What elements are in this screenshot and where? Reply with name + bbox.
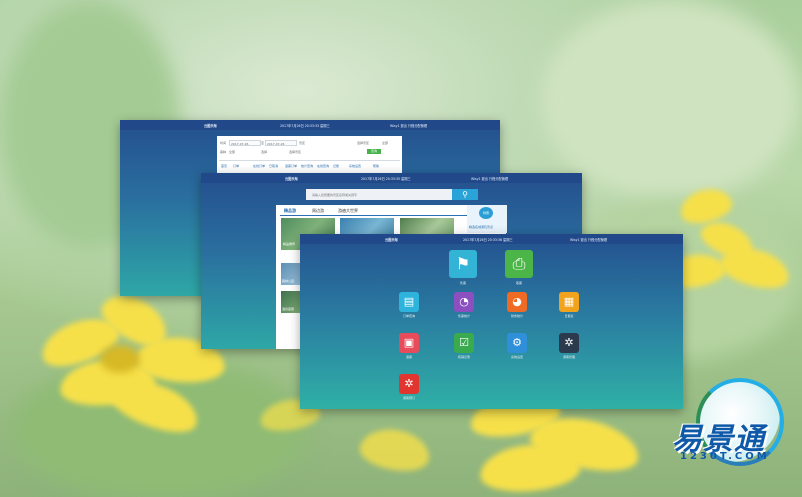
tile-label: 售票 (459, 281, 466, 285)
nav-link[interactable]: 在线查询 (317, 164, 329, 168)
user-info: Wisy1 退出 行程分配管理 (570, 238, 608, 242)
tile-label: 财务统计 (510, 314, 523, 318)
tag-icon[interactable]: ⚑ (449, 250, 477, 278)
printer-icon[interactable]: ⎙ (505, 250, 533, 278)
tile-label: 系统设置 (510, 355, 523, 359)
window-header: 云图乐淘 2017年7月26日 20:33:36 星期三 Wisy1 退出 行程… (300, 234, 683, 244)
card-icon[interactable]: ▤ (399, 292, 419, 312)
date-to-value: 2017-07-26 (267, 141, 285, 146)
datetime: 2017年7月26日 20:33:36 星期三 (463, 238, 513, 242)
nav-link[interactable]: 统计查询 (301, 164, 313, 168)
check-list-icon[interactable]: ☑ (454, 333, 474, 353)
tile-label: 取票 (515, 281, 522, 285)
glass-icon[interactable]: ✲ (559, 333, 579, 353)
date-from-value: 2017-07-26 (231, 141, 249, 146)
tab-featured[interactable]: 精品游 (284, 208, 296, 214)
search-icon: ⚲ (462, 190, 468, 199)
user-info: Wisy1 退出 行程分配管理 (390, 124, 428, 128)
nav-link[interactable]: 首页 (221, 164, 227, 168)
form-label-to: 至 (261, 141, 265, 145)
glass-icon[interactable]: ✲ (399, 374, 419, 394)
user-info: Wisy1 退出 行程分配管理 (471, 177, 509, 181)
form-choose-scenic: 选择景区 (289, 150, 302, 154)
nav-links-row: 首页 订单 在线订单 已取消 退票订单 统计查询 在线查询 记账 系统设置 帮助 (219, 160, 400, 173)
tile-label: 核销记录 (457, 355, 470, 359)
form-ticket-value: 全部 (229, 150, 236, 154)
thumb-caption: 温泉度假 (282, 307, 295, 311)
return-icon[interactable]: ▣ (399, 333, 419, 353)
window-header: 云图乐淘 2017年7月26日 20:33:33 星期三 Wisy1 退出 行程… (120, 120, 500, 130)
form-all-value: 全部 (382, 141, 389, 145)
tile-label: 游客管理 (562, 355, 575, 359)
tab-nearby[interactable]: 周边游 (312, 208, 324, 214)
side-promo[interactable]: 特惠 精选名城游玩景点 (467, 205, 507, 233)
nav-link[interactable]: 已取消 (269, 164, 278, 168)
logo-domain: 1230T.COM (680, 451, 770, 462)
gear-icon[interactable]: ⚙ (507, 333, 527, 353)
brand-logo: 易景通 1230T.COM (666, 378, 784, 482)
app-title: 云图乐淘 (285, 177, 298, 181)
search-button[interactable]: ⚲ (452, 189, 478, 200)
promo-text: 精选名城游玩景点 (469, 225, 494, 229)
window-header: 云图乐淘 2017年7月26日 20:33:35 星期三 Wisy1 退出 行程… (201, 173, 582, 183)
date-to-input[interactable]: 2017-07-26 (265, 140, 297, 146)
nav-link[interactable]: 系统设置 (349, 164, 361, 168)
nav-link[interactable]: 订单 (233, 164, 239, 168)
form-label-ticket: 票种 (220, 150, 227, 154)
pie-chart-icon[interactable]: ◕ (507, 292, 527, 312)
nav-link[interactable]: 帮助 (373, 164, 379, 168)
form-label-scenic: 景区 (299, 141, 306, 145)
thumb-caption: 森林公园 (282, 279, 295, 283)
tile-label: 日报表 (564, 314, 574, 318)
search-form-panel: 时间 2017-07-26 至 2017-07-26 景区 选择景区 全部 票种… (217, 136, 402, 174)
nav-link[interactable]: 在线订单 (253, 164, 265, 168)
datetime: 2017年7月26日 20:33:35 星期三 (361, 177, 411, 181)
promo-badge: 特惠 (479, 207, 493, 219)
tab-world[interactable]: 游遍大世界 (338, 208, 358, 214)
app-title: 云图乐淘 (204, 124, 217, 128)
form-label-time: 时间 (220, 141, 227, 145)
tile-label: 游客预订 (402, 396, 415, 400)
pie-chart-icon[interactable]: ◔ (454, 292, 474, 312)
search-placeholder: 请输入您想要的景区名称或关键字 (312, 193, 358, 197)
search-input[interactable]: 请输入您想要的景区名称或关键字 (306, 189, 456, 200)
form-label-choose: 选择 (261, 150, 268, 154)
tile-label: 售票统计 (457, 314, 470, 318)
front-window-screenshot: 云图乐淘 2017年7月26日 20:33:36 星期三 Wisy1 退出 行程… (300, 234, 683, 409)
nav-link[interactable]: 记账 (333, 164, 339, 168)
query-button[interactable]: 查询 (367, 149, 381, 154)
date-from-input[interactable]: 2017-07-26 (229, 140, 261, 146)
tile-label: 退票 (405, 355, 412, 359)
thumb-caption: 精品推荐 (283, 242, 296, 246)
tile-label: 订单查询 (402, 314, 415, 318)
datetime: 2017年7月26日 20:33:33 星期三 (280, 124, 330, 128)
form-label-select: 选择景区 (357, 141, 370, 145)
report-icon[interactable]: ▦ (559, 292, 579, 312)
nav-link[interactable]: 退票订单 (285, 164, 297, 168)
app-title: 云图乐淘 (385, 238, 398, 242)
